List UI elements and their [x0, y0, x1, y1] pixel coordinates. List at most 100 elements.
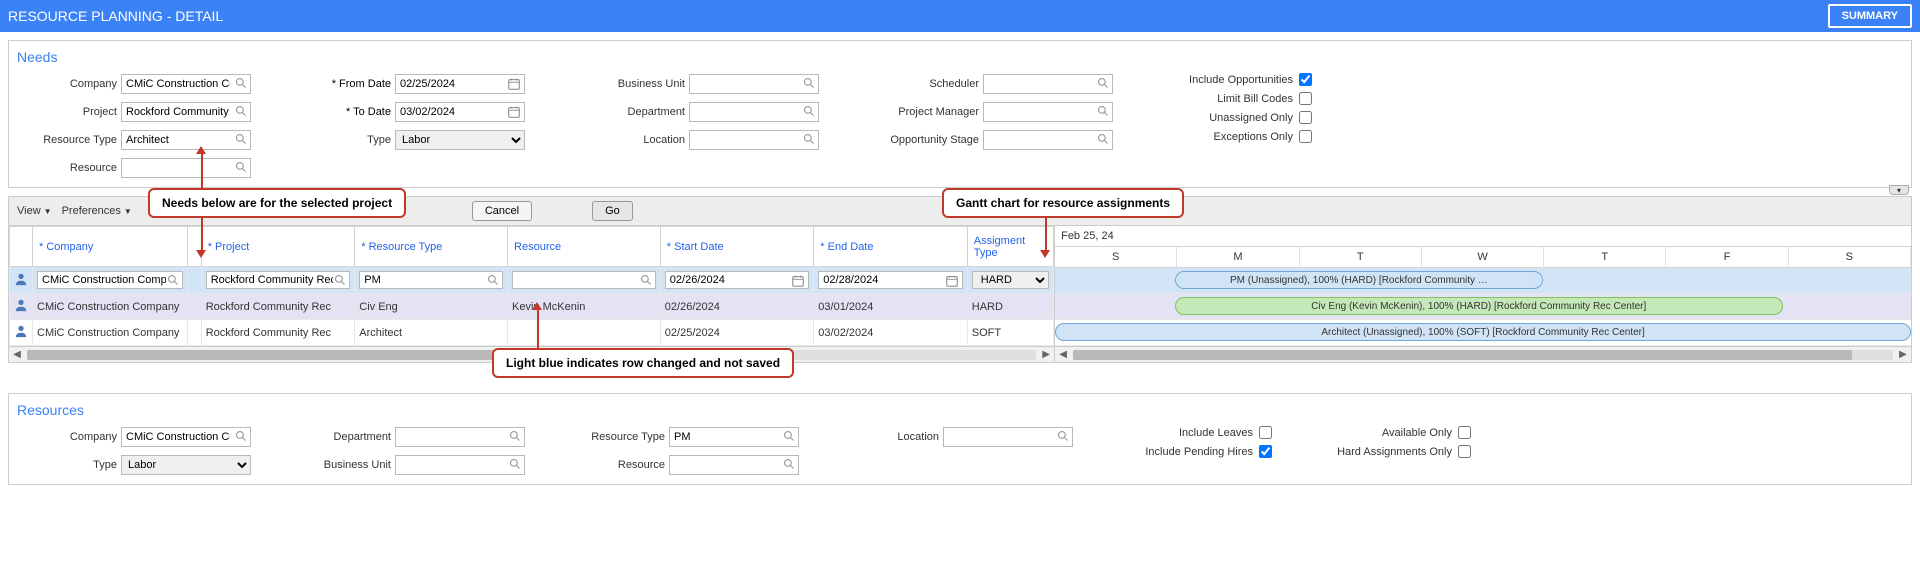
hard-only-checkbox[interactable]: [1458, 445, 1471, 458]
cell-company[interactable]: [37, 271, 183, 289]
search-icon[interactable]: [1097, 77, 1109, 89]
limit-bill-label: Limit Bill Codes: [1153, 93, 1293, 105]
res-business-unit-field[interactable]: [395, 455, 525, 475]
limit-bill-checkbox[interactable]: [1299, 92, 1312, 105]
search-icon[interactable]: [783, 430, 795, 442]
search-icon[interactable]: [1057, 430, 1069, 442]
search-icon[interactable]: [334, 274, 346, 286]
res-department-field[interactable]: [395, 427, 525, 447]
opportunity-stage-field[interactable]: [983, 130, 1113, 150]
table-row[interactable]: HARD: [10, 267, 1054, 294]
available-only-checkbox[interactable]: [1458, 426, 1471, 439]
gantt-row: PM (Unassigned), 100% (HARD) [Rockford C…: [1055, 268, 1911, 294]
from-date-field[interactable]: [395, 74, 525, 94]
search-icon[interactable]: [487, 274, 499, 286]
col-resource[interactable]: Resource: [508, 227, 661, 267]
search-icon[interactable]: [235, 430, 247, 442]
res-location-field[interactable]: [943, 427, 1073, 447]
cell-resource: [508, 320, 661, 346]
col-project[interactable]: * Project: [201, 227, 355, 267]
resource-type-label: Resource Type: [17, 134, 117, 146]
col-resource-type[interactable]: * Resource Type: [355, 227, 508, 267]
gantt-bar[interactable]: Civ Eng (Kevin McKenin), 100% (HARD) [Ro…: [1175, 297, 1783, 315]
search-icon[interactable]: [235, 105, 247, 117]
cell-end-date[interactable]: [818, 271, 962, 289]
cell-project: Rockford Community Rec: [201, 320, 355, 346]
resource-field[interactable]: [121, 158, 251, 178]
gantt-bar[interactable]: PM (Unassigned), 100% (HARD) [Rockford C…: [1175, 271, 1543, 289]
table-row[interactable]: CMiC Construction Company Rockford Commu…: [10, 320, 1054, 346]
res-resource-type-label: Resource Type: [565, 431, 665, 443]
res-resource-type-field[interactable]: [669, 427, 799, 447]
search-icon[interactable]: [235, 77, 247, 89]
to-date-field[interactable]: [395, 102, 525, 122]
needs-panel: Needs Company Project Resource Type Reso…: [8, 40, 1912, 188]
include-opp-checkbox[interactable]: [1299, 73, 1312, 86]
preferences-menu[interactable]: Preferences▼: [62, 205, 132, 217]
cell-assignment-type[interactable]: HARD: [972, 271, 1049, 289]
cell-start-date[interactable]: [665, 271, 809, 289]
cell-company: CMiC Construction Company: [33, 320, 188, 346]
department-label: Department: [565, 106, 685, 118]
search-icon[interactable]: [235, 133, 247, 145]
cell-resource[interactable]: [512, 271, 656, 289]
search-icon[interactable]: [640, 274, 652, 286]
search-icon[interactable]: [1097, 133, 1109, 145]
res-type-select[interactable]: Labor: [121, 455, 251, 475]
resource-label: Resource: [17, 162, 117, 174]
view-menu[interactable]: View▼: [17, 205, 52, 217]
resource-type-field[interactable]: [121, 130, 251, 150]
cancel-button[interactable]: Cancel: [472, 201, 532, 221]
res-department-label: Department: [291, 431, 391, 443]
department-field[interactable]: [689, 102, 819, 122]
company-field[interactable]: [121, 74, 251, 94]
go-button[interactable]: Go: [592, 201, 633, 221]
gantt-day-header: F: [1666, 247, 1788, 268]
to-date-label: * To Date: [291, 106, 391, 118]
col-company[interactable]: * Company: [33, 227, 188, 267]
gantt-day-header: T: [1544, 247, 1666, 268]
gantt-bar[interactable]: Architect (Unassigned), 100% (SOFT) [Roc…: [1055, 323, 1911, 341]
person-icon: [14, 298, 28, 312]
calendar-icon[interactable]: [945, 274, 959, 288]
business-unit-field[interactable]: [689, 74, 819, 94]
exceptions-checkbox[interactable]: [1299, 130, 1312, 143]
cell-project[interactable]: [206, 271, 351, 289]
scheduler-label: Scheduler: [859, 78, 979, 90]
search-icon[interactable]: [509, 458, 521, 470]
resources-panel: Resources Company TypeLabor Department B…: [8, 393, 1912, 485]
search-icon[interactable]: [509, 430, 521, 442]
type-select[interactable]: Labor: [395, 130, 525, 150]
gantt-day-header: S: [1055, 247, 1177, 268]
cell-resource-type[interactable]: [359, 271, 503, 289]
search-icon[interactable]: [167, 274, 179, 286]
search-icon[interactable]: [783, 458, 795, 470]
calendar-icon[interactable]: [507, 77, 521, 91]
res-company-field[interactable]: [121, 427, 251, 447]
chevron-down-icon: ▼: [124, 207, 132, 216]
scheduler-field[interactable]: [983, 74, 1113, 94]
search-icon[interactable]: [803, 133, 815, 145]
include-opp-label: Include Opportunities: [1153, 74, 1293, 86]
location-field[interactable]: [689, 130, 819, 150]
calendar-icon[interactable]: [791, 274, 805, 288]
gantt-date-label: Feb 25, 24: [1055, 226, 1911, 247]
search-icon[interactable]: [1097, 105, 1109, 117]
annotation-project: Needs below are for the selected project: [148, 188, 406, 218]
search-icon[interactable]: [803, 105, 815, 117]
gantt-hscroll[interactable]: ◀▶: [1055, 346, 1911, 362]
include-leaves-checkbox[interactable]: [1259, 426, 1272, 439]
project-manager-field[interactable]: [983, 102, 1113, 122]
col-assignment-type[interactable]: Assigment Type: [967, 227, 1053, 267]
panel-collapse-handle[interactable]: ▾: [1889, 185, 1909, 195]
col-start-date[interactable]: * Start Date: [660, 227, 813, 267]
res-resource-field[interactable]: [669, 455, 799, 475]
col-end-date[interactable]: * End Date: [814, 227, 967, 267]
calendar-icon[interactable]: [507, 105, 521, 119]
search-icon[interactable]: [235, 161, 247, 173]
summary-button[interactable]: SUMMARY: [1828, 4, 1912, 28]
search-icon[interactable]: [803, 77, 815, 89]
unassigned-checkbox[interactable]: [1299, 111, 1312, 124]
include-pending-checkbox[interactable]: [1259, 445, 1272, 458]
project-field[interactable]: [121, 102, 251, 122]
